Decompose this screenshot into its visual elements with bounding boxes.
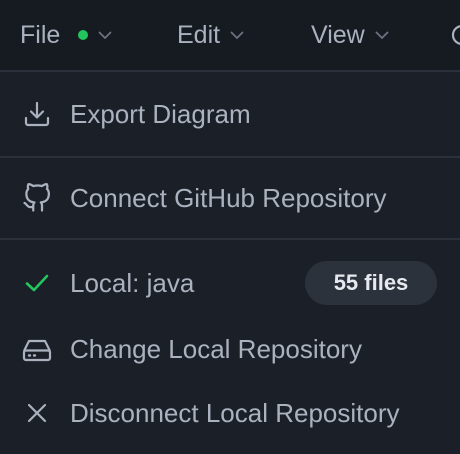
- download-icon: [21, 98, 53, 130]
- file-count-badge: 55 files: [305, 261, 437, 305]
- menu-view[interactable]: View: [311, 0, 389, 70]
- connection-status-dot: [78, 30, 89, 40]
- app-window: File Edit View Export Diagram Connect Gi…: [0, 0, 460, 454]
- local-repository-label: Local: java: [70, 267, 195, 298]
- menu-bar: File Edit View: [0, 0, 460, 72]
- chevron-down-icon: [375, 31, 389, 40]
- menu-view-label: View: [311, 20, 365, 49]
- menu-file-label: File: [20, 20, 61, 49]
- menu-edit-label: Edit: [177, 20, 221, 49]
- local-repository-status: Local: java 55 files: [0, 250, 460, 316]
- disconnect-local-repository-item[interactable]: Disconnect Local Repository: [0, 382, 460, 444]
- connect-github-item[interactable]: Connect GitHub Repository: [0, 158, 460, 238]
- hard-drive-icon: [21, 333, 53, 365]
- menu-next-edge: [451, 24, 460, 46]
- close-icon: [21, 397, 53, 429]
- chevron-down-icon: [98, 31, 112, 40]
- change-local-repository-label: Change Local Repository: [70, 333, 362, 364]
- export-diagram-label: Export Diagram: [70, 98, 251, 129]
- change-local-repository-item[interactable]: Change Local Repository: [0, 316, 460, 382]
- connect-github-label: Connect GitHub Repository: [70, 182, 387, 213]
- check-icon: [21, 267, 53, 299]
- export-diagram-item[interactable]: Export Diagram: [0, 72, 460, 156]
- github-icon: [21, 182, 53, 214]
- menu-next-clipped[interactable]: [451, 0, 460, 70]
- menu-edit[interactable]: Edit: [177, 0, 244, 70]
- disconnect-local-repository-label: Disconnect Local Repository: [70, 397, 400, 428]
- file-menu-dropdown: Export Diagram Connect GitHub Repository…: [0, 72, 460, 454]
- menu-file[interactable]: File: [20, 0, 112, 70]
- chevron-down-icon: [230, 31, 244, 40]
- menu-separator: [0, 238, 460, 240]
